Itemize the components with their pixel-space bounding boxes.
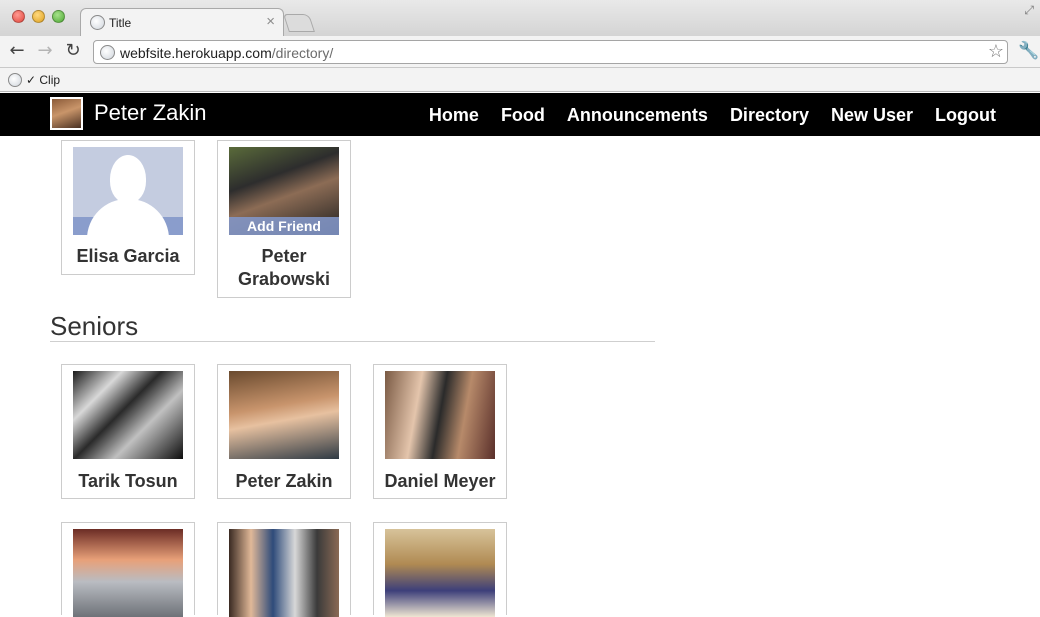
profile-photo[interactable]: Add Friend (229, 147, 339, 235)
site-navbar: Peter Zakin Home Food Announcements Dire… (0, 93, 1040, 136)
section-divider (50, 341, 655, 342)
profile-photo[interactable]: Add Friend (73, 147, 183, 235)
bookmark-label: ✓ Clip (26, 73, 61, 87)
person-card[interactable]: Add Friend Elisa Garcia (61, 140, 195, 275)
nav-directory[interactable]: Directory (730, 105, 809, 126)
new-tab-button[interactable] (283, 14, 315, 32)
nav-announcements[interactable]: Announcements (567, 105, 708, 126)
person-card[interactable]: Add Friend Peter Grabowski (217, 140, 351, 298)
window-close-button[interactable] (12, 10, 25, 23)
tab-title: Title (109, 16, 132, 30)
tab-close-icon[interactable]: × (266, 13, 275, 30)
bookmarks-bar: ✓ Clip (0, 68, 1040, 92)
person-card[interactable]: Tarik Tosun (61, 364, 195, 499)
profile-photo[interactable] (229, 529, 339, 617)
person-name[interactable]: Tarik Tosun (62, 470, 194, 493)
browser-tabstrip: Title × ⤢ (0, 0, 1040, 37)
brand-name[interactable]: Peter Zakin (94, 100, 207, 126)
nav-new-user[interactable]: New User (831, 105, 913, 126)
wrench-icon[interactable]: 🔧 (1018, 41, 1039, 61)
bookmark-clip[interactable]: ✓ Clip (8, 72, 60, 88)
nav-links: Home Food Announcements Directory New Us… (429, 105, 996, 126)
address-bar[interactable]: webfsite.herokuapp.com/directory/ ☆ (93, 40, 1008, 64)
url-host: webfsite.herokuapp.com (120, 45, 272, 61)
avatar[interactable] (50, 97, 83, 130)
profile-photo[interactable] (385, 371, 495, 459)
nav-food[interactable]: Food (501, 105, 545, 126)
reload-icon[interactable]: ↻ (62, 40, 84, 62)
person-card[interactable]: Peter Zakin (217, 364, 351, 499)
person-name[interactable]: Peter Grabowski (218, 245, 350, 291)
back-icon[interactable]: ← (6, 40, 28, 62)
profile-photo[interactable] (385, 529, 495, 617)
profile-photo[interactable] (229, 371, 339, 459)
nav-logout[interactable]: Logout (935, 105, 996, 126)
profile-photo[interactable] (73, 371, 183, 459)
forward-icon[interactable]: → (34, 40, 56, 62)
star-icon[interactable]: ☆ (988, 41, 1004, 62)
globe-icon (90, 15, 105, 30)
person-card[interactable] (61, 522, 195, 617)
window-maximize-button[interactable] (52, 10, 65, 23)
person-name[interactable]: Peter Zakin (218, 470, 350, 493)
section-title: Seniors (50, 311, 139, 341)
window-minimize-button[interactable] (32, 10, 45, 23)
globe-icon (100, 45, 115, 60)
person-card[interactable]: Daniel Meyer (373, 364, 507, 499)
person-name[interactable]: Daniel Meyer (374, 470, 506, 493)
add-friend-button[interactable]: Add Friend (73, 217, 183, 235)
add-friend-button[interactable]: Add Friend (229, 217, 339, 235)
person-name[interactable]: Elisa Garcia (62, 245, 194, 268)
url-path: /directory/ (271, 45, 334, 61)
fullscreen-icon[interactable]: ⤢ (1024, 3, 1034, 18)
globe-icon (8, 73, 22, 87)
url-text: webfsite.herokuapp.com/directory/ (120, 45, 333, 61)
browser-tab[interactable]: Title × (80, 8, 284, 37)
nav-home[interactable]: Home (429, 105, 479, 126)
browser-toolbar: ← → ↻ webfsite.herokuapp.com/directory/ … (0, 36, 1040, 68)
profile-photo[interactable] (73, 529, 183, 617)
person-card[interactable] (217, 522, 351, 617)
person-card[interactable] (373, 522, 507, 617)
